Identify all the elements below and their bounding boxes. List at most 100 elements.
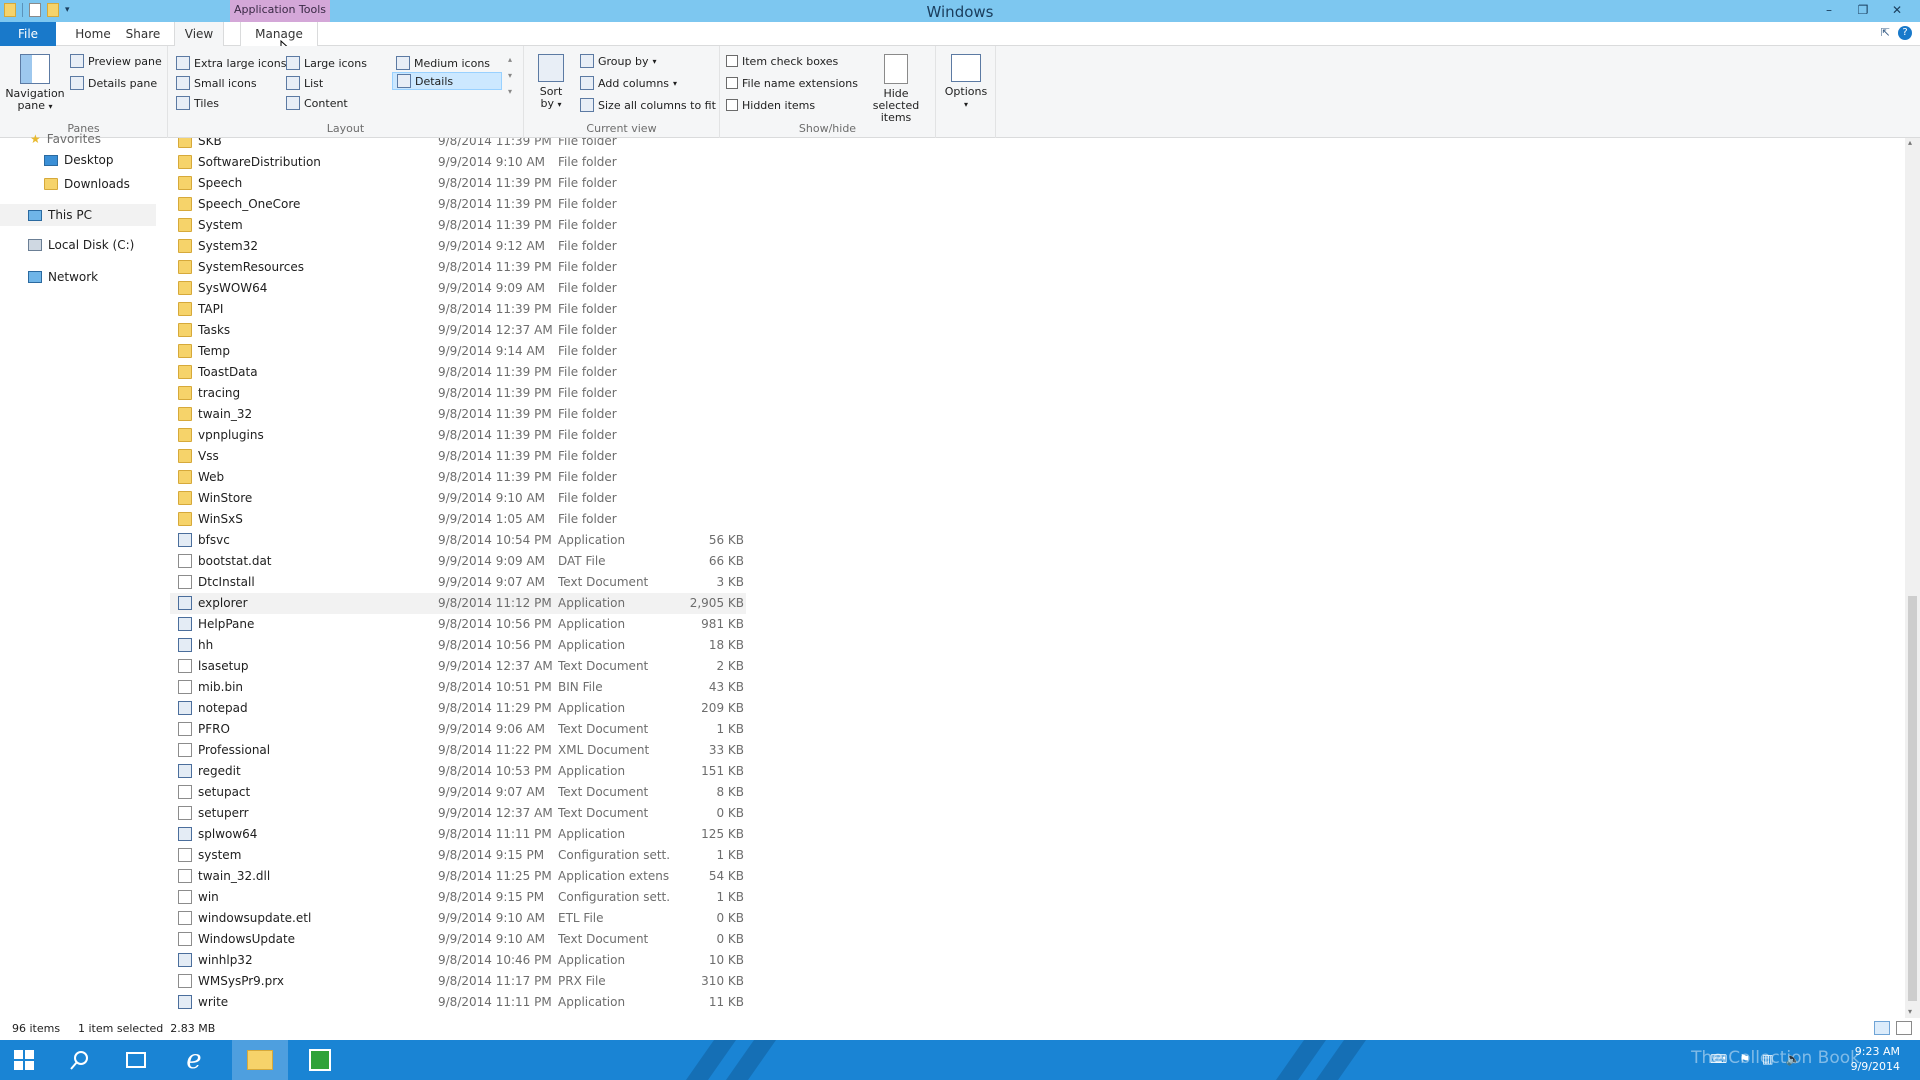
file-row[interactable]: Speech_OneCore 9/8/2014 11:39 PM File fold…	[170, 194, 746, 215]
scroll-down-icon[interactable]: ▾	[1908, 1007, 1912, 1016]
file-row[interactable]: WMSysPr9.prx 9/8/2014 11:17 PM PRX File 310…	[170, 971, 746, 992]
hidden-items-checkbox[interactable]	[726, 99, 738, 111]
pin-ribbon-icon[interactable]: ⇱	[1881, 26, 1890, 40]
tab-share[interactable]: Share	[120, 22, 166, 46]
tab-home[interactable]: Home	[66, 22, 120, 46]
file-row[interactable]: Tasks 9/9/2014 12:37 AM File folder	[170, 320, 746, 341]
file-row[interactable]: setuperr 9/9/2014 12:37 AM Text Document 0 …	[170, 803, 746, 824]
network-tray-icon[interactable]: ▥	[1762, 1052, 1773, 1066]
file-row[interactable]: Temp 9/9/2014 9:14 AM File folder	[170, 341, 746, 362]
file-row[interactable]: write 9/8/2014 11:11 PM Application 11 KB	[170, 992, 746, 1013]
help-icon[interactable]: ?	[1898, 26, 1912, 40]
file-row[interactable]: tracing 9/8/2014 11:39 PM File folder	[170, 383, 746, 404]
nav-network[interactable]: Network	[28, 270, 98, 284]
tab-manage[interactable]: Manage	[240, 22, 318, 47]
file-row[interactable]: SysWOW64 9/9/2014 9:09 AM File folder	[170, 278, 746, 299]
layout-small-icons[interactable]: Small icons	[176, 74, 257, 92]
file-row[interactable]: splwow64 9/8/2014 11:11 PM Application 125 …	[170, 824, 746, 845]
add-columns-button[interactable]: Add columns ▾	[580, 74, 677, 92]
file-row[interactable]: SystemResources 9/8/2014 11:39 PM File fol…	[170, 257, 746, 278]
file-row[interactable]: windowsupdate.etl 9/9/2014 9:10 AM ETL Fil…	[170, 908, 746, 929]
preview-pane-button[interactable]: Preview pane	[70, 52, 162, 70]
flag-icon[interactable]: ⚑	[1739, 1052, 1750, 1066]
file-row[interactable]: mib.bin 9/8/2014 10:51 PM BIN File 43 KB	[170, 677, 746, 698]
close-button[interactable]: ✕	[1880, 0, 1914, 22]
internet-explorer-button[interactable]: e	[170, 1040, 218, 1080]
group-by-button[interactable]: Group by ▾	[580, 52, 657, 70]
file-row[interactable]: twain_32.dll 9/8/2014 11:25 PM Application…	[170, 866, 746, 887]
file-row[interactable]: winhlp32 9/8/2014 10:46 PM Application 10 K…	[170, 950, 746, 971]
file-row[interactable]: TAPI 9/8/2014 11:39 PM File folder	[170, 299, 746, 320]
details-view-icon[interactable]	[1874, 1021, 1890, 1035]
file-row[interactable]: WinStore 9/9/2014 9:10 AM File folder	[170, 488, 746, 509]
layout-details[interactable]: Details	[392, 72, 502, 90]
file-row[interactable]: vpnplugins 9/8/2014 11:39 PM File folder	[170, 425, 746, 446]
store-button[interactable]	[296, 1040, 344, 1080]
file-row[interactable]: win 9/8/2014 9:15 PM Configuration sett...…	[170, 887, 746, 908]
layout-gallery-scroll[interactable]: ▴ ▾ ▾	[508, 52, 512, 100]
file-row[interactable]: WinSxS 9/9/2014 1:05 AM File folder	[170, 509, 746, 530]
scrollbar-thumb[interactable]	[1908, 596, 1917, 1001]
file-row[interactable]: lsasetup 9/9/2014 12:37 AM Text Document 2 …	[170, 656, 746, 677]
layout-large-icons[interactable]: Large icons	[286, 54, 367, 72]
file-row[interactable]: setupact 9/9/2014 9:07 AM Text Document 8 K…	[170, 782, 746, 803]
file-row[interactable]: WindowsUpdate 9/9/2014 9:10 AM Text Docume…	[170, 929, 746, 950]
file-row[interactable]: ToastData 9/8/2014 11:39 PM File folder	[170, 362, 746, 383]
tab-view[interactable]: View	[174, 22, 224, 47]
file-row[interactable]: System32 9/9/2014 9:12 AM File folder	[170, 236, 746, 257]
file-name-extensions-checkbox[interactable]	[726, 77, 738, 89]
nav-desktop[interactable]: Desktop	[44, 153, 114, 167]
layout-content[interactable]: Content	[286, 94, 348, 112]
nav-this-pc[interactable]: This PC	[0, 204, 156, 226]
large-icons-view-icon[interactable]	[1896, 1021, 1912, 1035]
file-row[interactable]: bootstat.dat 9/9/2014 9:09 AM DAT File 66 K…	[170, 551, 746, 572]
file-row[interactable]: PFRO 9/9/2014 9:06 AM Text Document 1 KB	[170, 719, 746, 740]
nav-downloads[interactable]: Downloads	[44, 177, 130, 191]
clock[interactable]: 9:23 AM 9/9/2014	[1851, 1044, 1900, 1074]
file-row[interactable]: system 9/8/2014 9:15 PM Configuration sett…	[170, 845, 746, 866]
size-all-columns-button[interactable]: Size all columns to fit	[580, 96, 716, 114]
nav-favorites[interactable]: ★ Favorites	[30, 132, 101, 146]
task-view-button[interactable]	[112, 1040, 160, 1080]
file-row[interactable]: HelpPane 9/8/2014 10:56 PM Application 981 …	[170, 614, 746, 635]
file-row[interactable]: Professional 9/8/2014 11:22 PM XML Documen…	[170, 740, 746, 761]
file-icon	[178, 911, 192, 925]
file-row[interactable]: DtcInstall 9/9/2014 9:07 AM Text Document 3…	[170, 572, 746, 593]
file-row[interactable]: Web 9/8/2014 11:39 PM File folder	[170, 467, 746, 488]
item-check-boxes-checkbox[interactable]	[726, 55, 738, 67]
keyboard-icon[interactable]: ⌨	[1710, 1052, 1727, 1066]
layout-medium-icons[interactable]: Medium icons	[396, 54, 490, 72]
layout-tiles[interactable]: Tiles	[176, 94, 219, 112]
nav-local-disk[interactable]: Local Disk (C:)	[28, 238, 134, 252]
file-explorer-button[interactable]	[232, 1040, 288, 1080]
sort-by-button[interactable]: Sort by ▾	[536, 54, 566, 111]
file-row[interactable]: Speech 9/8/2014 11:39 PM File folder	[170, 173, 746, 194]
start-button[interactable]	[0, 1040, 48, 1080]
hidden-items-toggle[interactable]: Hidden items	[726, 96, 815, 114]
vertical-scrollbar[interactable]: ▴ ▾	[1905, 138, 1920, 1018]
tab-file[interactable]: File	[0, 22, 56, 46]
file-row[interactable]: twain_32 9/8/2014 11:39 PM File folder	[170, 404, 746, 425]
volume-icon[interactable]: 🔈	[1785, 1052, 1800, 1066]
file-name-extensions-toggle[interactable]: File name extensions	[726, 74, 858, 92]
file-row[interactable]: hh 9/8/2014 10:56 PM Application 18 KB	[170, 635, 746, 656]
file-row[interactable]: explorer 9/8/2014 11:12 PM Application 2,90…	[170, 593, 746, 614]
file-row[interactable]: Vss 9/8/2014 11:39 PM File folder	[170, 446, 746, 467]
file-row[interactable]: System 9/8/2014 11:39 PM File folder	[170, 215, 746, 236]
navigation-pane-button[interactable]: Navigation pane ▾	[4, 54, 66, 113]
file-row[interactable]: SoftwareDistribution 9/9/2014 9:10 AM File…	[170, 152, 746, 173]
file-row[interactable]: bfsvc 9/8/2014 10:54 PM Application 56 KB	[170, 530, 746, 551]
file-row[interactable]: SKB 9/8/2014 11:39 PM File folder	[170, 138, 746, 152]
scroll-up-icon[interactable]: ▴	[1908, 138, 1912, 147]
hide-selected-items-button[interactable]: Hide selected items	[860, 54, 932, 124]
layout-extra-large-icons[interactable]: Extra large icons	[176, 54, 286, 72]
restore-button[interactable]: ❐	[1846, 0, 1880, 22]
details-pane-button[interactable]: Details pane	[70, 74, 157, 92]
options-button[interactable]: Options ▾	[944, 54, 988, 111]
layout-list[interactable]: List	[286, 74, 323, 92]
file-row[interactable]: notepad 9/8/2014 11:29 PM Application 209 K…	[170, 698, 746, 719]
item-check-boxes-toggle[interactable]: Item check boxes	[726, 52, 838, 70]
file-row[interactable]: regedit 9/8/2014 10:53 PM Application 151 K…	[170, 761, 746, 782]
minimize-button[interactable]: –	[1812, 0, 1846, 22]
search-button[interactable]	[56, 1040, 104, 1080]
